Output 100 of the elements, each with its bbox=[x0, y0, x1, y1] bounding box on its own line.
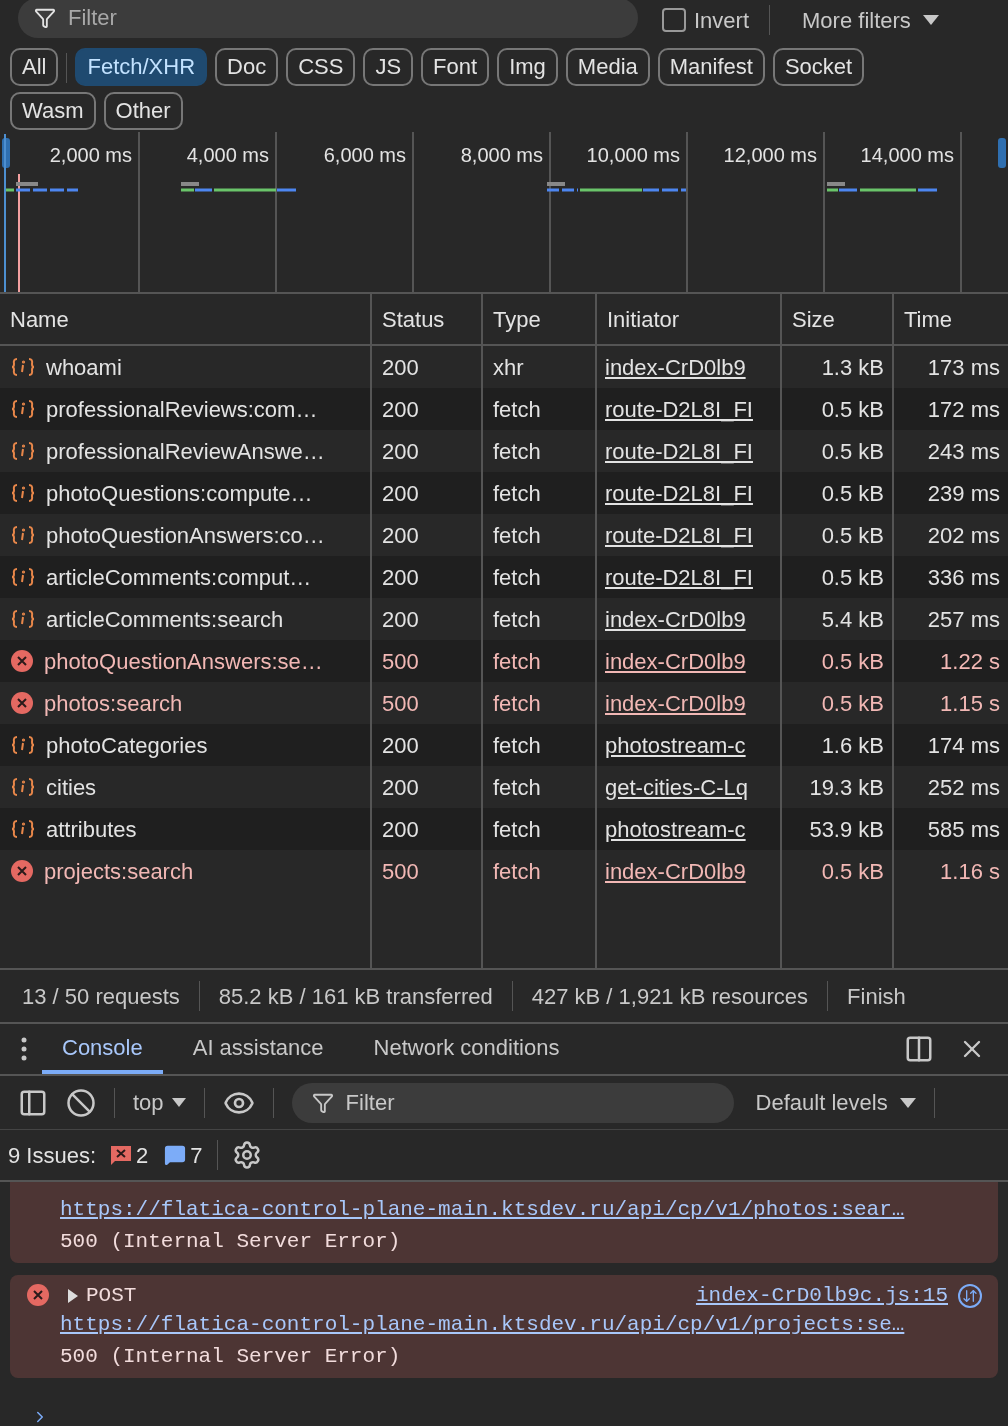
api-braces-icon bbox=[10, 818, 36, 840]
initiator-link[interactable]: index-CrD0lb9 bbox=[605, 602, 746, 636]
error-flag-icon bbox=[110, 1145, 133, 1165]
filter-icon bbox=[311, 1091, 334, 1114]
type-cell-text: xhr bbox=[493, 353, 524, 382]
size-cell-text: 0.5 kB bbox=[821, 437, 884, 466]
time-cell-text: 336 ms bbox=[927, 563, 1000, 592]
request-row[interactable]: attributes 200 fetch photostream-c 53.9 kB 585 ms bbox=[0, 808, 1008, 850]
column-header[interactable]: Initiator bbox=[607, 302, 680, 336]
filter-field[interactable]: Filter bbox=[18, 0, 638, 38]
time-cell-text: 172 ms bbox=[927, 395, 1000, 424]
initiator-link[interactable]: route-D2L8I_FI bbox=[605, 434, 753, 468]
request-url-link[interactable]: https://flatica-control-plane-main.ktsdev.ru/api/cp/v1/projects:se… bbox=[60, 1309, 982, 1341]
log-levels-dropdown[interactable]: Default levels bbox=[755, 1086, 916, 1119]
type-filter-chip[interactable]: CSS bbox=[286, 48, 356, 86]
invert-checkbox[interactable] bbox=[662, 8, 686, 32]
info-issues-count[interactable]: 7 bbox=[164, 1138, 203, 1172]
size-cell-text: 0.5 kB bbox=[821, 857, 884, 886]
drawer-tab[interactable]: AI assistance bbox=[172, 1024, 344, 1074]
clear-console-icon[interactable] bbox=[66, 1087, 96, 1118]
type-filter-chip[interactable]: Fetch/XHR bbox=[75, 48, 208, 86]
dock-side-icon[interactable] bbox=[904, 1034, 934, 1064]
column-header[interactable]: Time bbox=[904, 302, 953, 336]
status-bar-text: 13 / 50 requests bbox=[22, 982, 180, 1011]
context-dropdown[interactable]: top bbox=[133, 1086, 186, 1119]
error-icon bbox=[10, 859, 34, 883]
initiator-link[interactable]: index-CrD0lb9 bbox=[605, 350, 746, 384]
size-cell-text: 0.5 kB bbox=[821, 689, 884, 718]
initiator-link[interactable]: route-D2L8I_FI bbox=[605, 476, 753, 510]
error-icon bbox=[26, 1283, 50, 1307]
type-filter-chip[interactable]: Doc bbox=[215, 48, 279, 86]
error-issues-count[interactable]: 2 bbox=[110, 1138, 149, 1172]
initiator-link[interactable]: photostream-c bbox=[605, 812, 746, 846]
size-cell-text: 5.4 kB bbox=[821, 605, 884, 634]
more-filters-dropdown[interactable]: More filters bbox=[802, 3, 939, 37]
column-header[interactable]: Size bbox=[792, 302, 835, 336]
request-row[interactable]: photoQuestionAnswers:se… 500 fetch index-CrD0lb9 0.5 kB 1.22 s bbox=[0, 640, 1008, 682]
initiator-link[interactable]: route-D2L8I_FI bbox=[605, 392, 753, 426]
source-link[interactable]: index-CrD0lb9c.js:15 bbox=[695, 1280, 948, 1312]
type-filter-chip[interactable]: Other bbox=[103, 92, 183, 130]
type-filter-chip[interactable]: Img bbox=[497, 48, 558, 86]
request-name: articleComments:comput… bbox=[46, 563, 312, 592]
type-cell-text: fetch bbox=[493, 563, 541, 592]
type-filter-chip[interactable]: Wasm bbox=[10, 92, 96, 130]
type-cell-text: fetch bbox=[493, 605, 541, 634]
column-header[interactable]: Type bbox=[493, 302, 541, 336]
type-cell-text: fetch bbox=[493, 773, 541, 802]
time-cell-text: 252 ms bbox=[927, 773, 1000, 802]
settings-icon[interactable] bbox=[231, 1140, 262, 1170]
status-cell-text: 200 bbox=[382, 353, 419, 382]
request-url-link[interactable]: https://flatica-control-plane-main.ktsdev.ru/api/cp/v1/photos:sear… bbox=[60, 1194, 982, 1226]
drawer-tab[interactable]: Console bbox=[42, 1024, 163, 1074]
initiator-link[interactable]: index-CrD0lb9 bbox=[605, 644, 746, 678]
size-cell-text: 1.6 kB bbox=[821, 731, 884, 760]
timeline-tick-label: 6,000 ms bbox=[323, 143, 406, 166]
request-row[interactable]: photoCategories 200 fetch photostream-c 1.6 kB 174 ms bbox=[0, 724, 1008, 766]
caret-icon bbox=[171, 1098, 186, 1107]
type-filter-chip[interactable]: Font bbox=[421, 48, 490, 86]
type-cell-text: fetch bbox=[493, 395, 541, 424]
type-filter-chip[interactable]: Socket bbox=[772, 48, 865, 86]
filter-icon bbox=[34, 7, 56, 29]
column-header[interactable]: Name bbox=[10, 302, 69, 336]
request-name: photos:search bbox=[44, 689, 183, 718]
type-cell-text: fetch bbox=[493, 647, 541, 676]
request-name: professionalReviewAnswe… bbox=[46, 437, 325, 466]
network-request-icon[interactable] bbox=[958, 1284, 982, 1308]
column-header[interactable]: Status bbox=[382, 302, 445, 336]
caret-icon bbox=[899, 1097, 916, 1108]
error-icon bbox=[10, 649, 34, 673]
initiator-link[interactable]: photostream-c bbox=[605, 728, 746, 762]
status-cell-text: 500 bbox=[382, 689, 419, 718]
console-filter-field[interactable]: Filter bbox=[291, 1082, 734, 1123]
time-cell-text: 239 ms bbox=[927, 479, 1000, 508]
request-row[interactable]: professionalReviews:com… 200 fetch route-D2L8I_FI 0.5 kB 172 ms bbox=[0, 388, 1008, 430]
initiator-link[interactable]: index-CrD0lb9 bbox=[605, 854, 746, 888]
type-filter-chip[interactable]: All bbox=[10, 48, 59, 86]
request-row[interactable]: articleComments:comput… 200 fetch route-D2L8I_FI 0.5 kB 336 ms bbox=[0, 556, 1008, 598]
expand-triangle-icon[interactable] bbox=[68, 1289, 78, 1303]
timeline-tick-label: 2,000 ms bbox=[49, 143, 132, 166]
initiator-link[interactable]: get-cities-C-Lq bbox=[605, 770, 749, 804]
time-cell-text: 257 ms bbox=[927, 605, 1000, 634]
drawer-tab[interactable]: Network conditions bbox=[353, 1024, 580, 1074]
status-cell-text: 200 bbox=[382, 605, 419, 634]
timeline-tick-label: 4,000 ms bbox=[186, 143, 269, 166]
type-filter-chip[interactable]: JS bbox=[363, 48, 414, 86]
type-filter-chip[interactable]: Media bbox=[565, 48, 650, 86]
initiator-link[interactable]: route-D2L8I_FI bbox=[605, 518, 753, 552]
more-options-icon[interactable] bbox=[20, 1036, 28, 1062]
size-cell-text: 0.5 kB bbox=[821, 521, 884, 550]
time-cell-text: 1.16 s bbox=[940, 857, 1000, 886]
time-cell-text: 1.22 s bbox=[940, 647, 1000, 676]
api-braces-icon bbox=[10, 398, 36, 420]
type-cell-text: fetch bbox=[493, 521, 541, 550]
status-bar-text: 427 kB / 1,921 kB resources bbox=[531, 982, 809, 1011]
initiator-link[interactable]: index-CrD0lb9 bbox=[605, 686, 746, 720]
status-cell-text: 200 bbox=[382, 773, 419, 802]
type-filter-chip[interactable]: Manifest bbox=[657, 48, 765, 86]
request-row[interactable]: photoQuestions:compute… 200 fetch route-D2L8I_FI 0.5 kB 239 ms bbox=[0, 472, 1008, 514]
request-name: whoami bbox=[46, 353, 122, 382]
initiator-link[interactable]: route-D2L8I_FI bbox=[605, 560, 753, 594]
